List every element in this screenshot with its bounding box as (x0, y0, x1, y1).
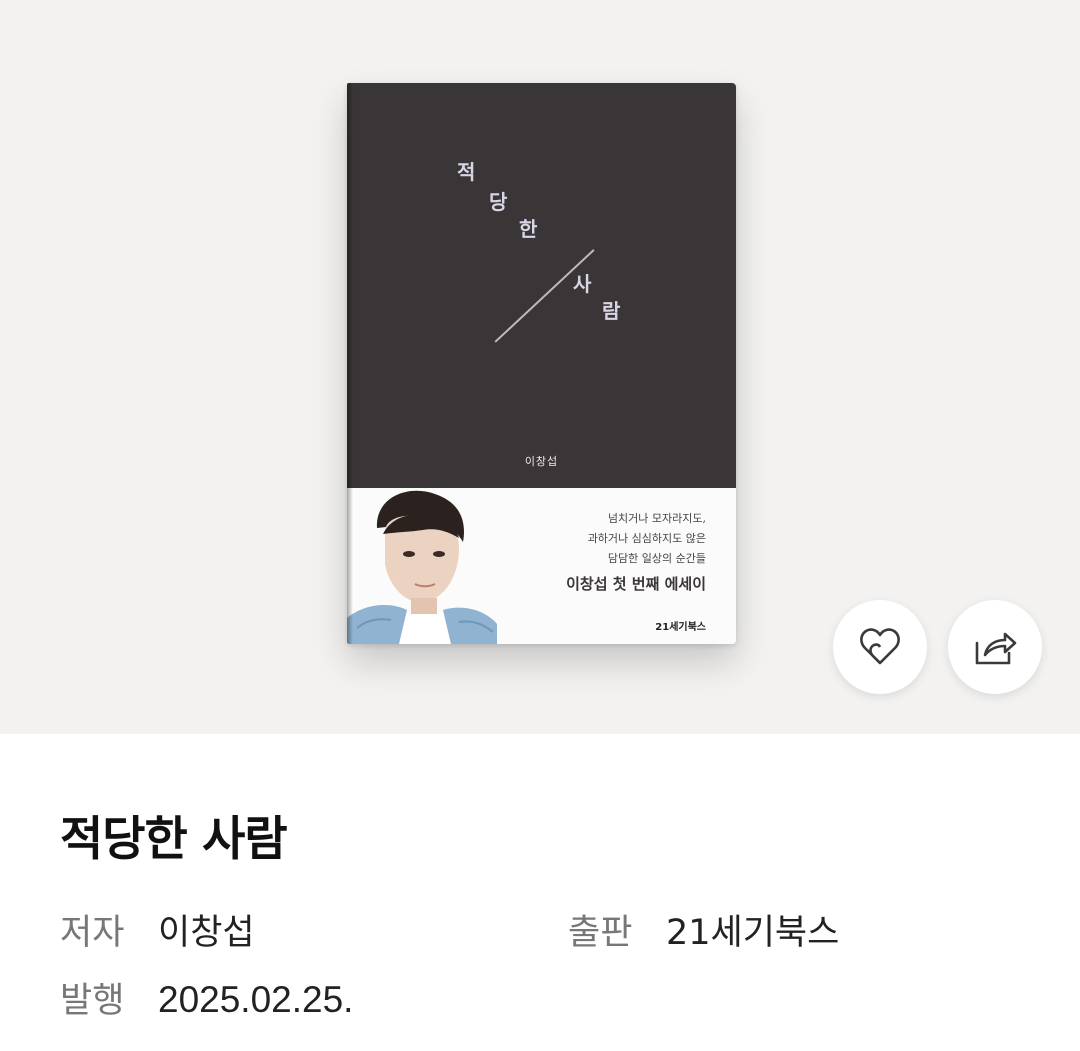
book-hero: 적 당 한 사 람 이창섭 넘치거나 모자라지도, 과하거나 심심하지도 않은 … (0, 0, 1080, 734)
cover-author: 이창섭 (524, 455, 559, 468)
cover-spine (347, 83, 353, 644)
publisher-label: 출판 (568, 913, 633, 953)
cover-title-char: 당 (489, 190, 508, 214)
cover-publisher-logo: 21세기북스 (655, 622, 706, 633)
cover-title-char: 한 (519, 217, 538, 241)
book-cover[interactable]: 적 당 한 사 람 이창섭 넘치거나 모자라지도, 과하거나 심심하지도 않은 … (347, 83, 736, 644)
publisher-row: 출판 21세기북스 (568, 904, 839, 955)
cover-series-label: 이창섭 첫 번째 에세이 (566, 575, 706, 593)
author-value[interactable]: 이창섭 (158, 904, 255, 955)
date-label: 발행 (60, 981, 125, 1021)
cover-blurb-line: 넘치거나 모자라지도, (607, 512, 706, 525)
like-button[interactable] (833, 600, 927, 694)
cover-bottom: 넘치거나 모자라지도, 과하거나 심심하지도 않은 담담한 일상의 순간들 이창… (347, 488, 736, 644)
date-value: 2025.02.25. (158, 979, 354, 1020)
cover-title-char: 사 (573, 272, 592, 296)
author-label: 저자 (60, 913, 125, 953)
publisher-value[interactable]: 21세기북스 (666, 904, 839, 955)
book-info: 적당한 사람 저자 이창섭 출판 21세기북스 발행 2025.02.25. (60, 800, 1020, 1021)
book-title: 적당한 사람 (60, 812, 288, 867)
cover-title-char: 람 (602, 299, 621, 323)
share-button[interactable] (948, 600, 1042, 694)
date-row: 발행 2025.02.25. (60, 972, 353, 1023)
author-portrait-image (347, 488, 497, 644)
share-icon (975, 632, 1017, 665)
author-row: 저자 이창섭 (60, 904, 255, 955)
heart-icon (860, 628, 900, 665)
cover-blurb-line: 과하거나 심심하지도 않은 (587, 532, 706, 545)
cover-top: 적 당 한 사 람 이창섭 (347, 83, 736, 488)
cover-blurb-line: 담담한 일상의 순간들 (607, 552, 706, 565)
cover-title-char: 적 (457, 160, 476, 184)
